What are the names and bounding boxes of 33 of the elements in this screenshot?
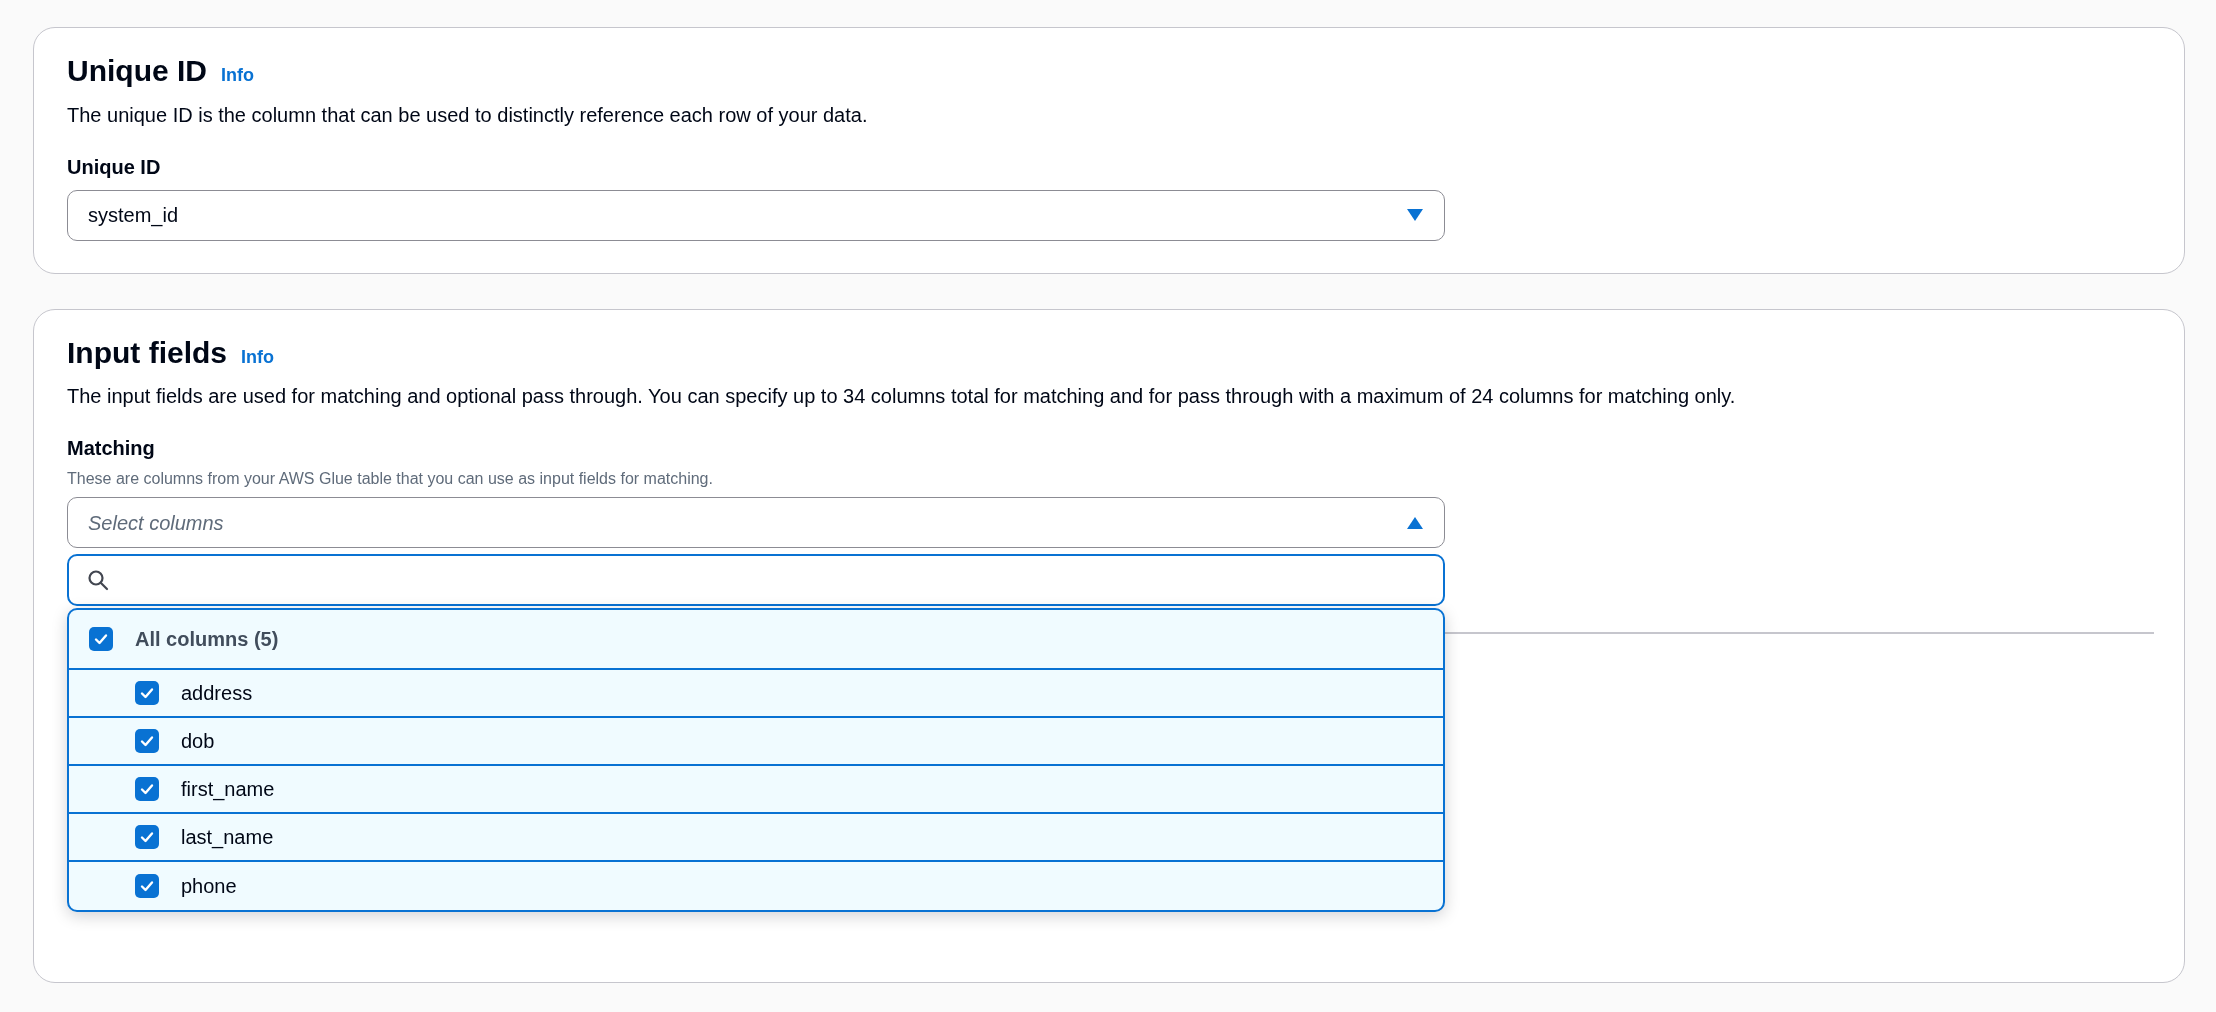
info-link[interactable]: Info <box>221 62 254 89</box>
column-option[interactable]: dob <box>69 718 1443 766</box>
checkmark-icon <box>139 878 155 894</box>
checkbox[interactable] <box>135 874 159 898</box>
checkmark-icon <box>139 829 155 845</box>
search-icon <box>87 569 109 591</box>
checkbox[interactable] <box>135 825 159 849</box>
checkbox[interactable] <box>135 777 159 801</box>
columns-select[interactable]: Select columns <box>67 497 1445 548</box>
section-description: The unique ID is the column that can be used to distinctly reference each row of your data. <box>67 102 869 128</box>
field-label: Unique ID <box>67 154 162 180</box>
section-title: Input fields <box>67 334 227 371</box>
search-field[interactable] <box>67 554 1445 606</box>
unique-id-select[interactable]: system_id <box>67 189 1445 241</box>
checkmark-icon <box>139 733 155 749</box>
section-title: Unique ID <box>67 53 207 89</box>
field-label: Matching <box>67 436 156 461</box>
field-hint: These are columns from your AWS Glue table that you can use as input fields for matching. <box>67 469 714 489</box>
checkbox[interactable] <box>135 729 159 753</box>
checkmark-icon <box>139 685 155 701</box>
checkmark-icon <box>93 631 109 647</box>
column-option[interactable]: address <box>69 670 1443 718</box>
checkbox[interactable] <box>89 627 113 651</box>
column-option[interactable]: first_name <box>69 766 1443 814</box>
column-option[interactable]: last_name <box>69 814 1443 862</box>
column-option[interactable]: phone <box>69 862 1443 910</box>
checkmark-icon <box>139 781 155 797</box>
select-all-option[interactable]: All columns (5) <box>69 610 1443 670</box>
checkbox[interactable] <box>135 681 159 705</box>
info-link[interactable]: Info <box>241 343 274 371</box>
caret-icon <box>1406 208 1424 222</box>
section-description: The input fields are used for matching and optional pass through. You can specify up to 34 columns total for matching and for pass through with a maximum of 24 columns for matching only. <box>67 384 1737 409</box>
caret-icon <box>1406 515 1424 530</box>
